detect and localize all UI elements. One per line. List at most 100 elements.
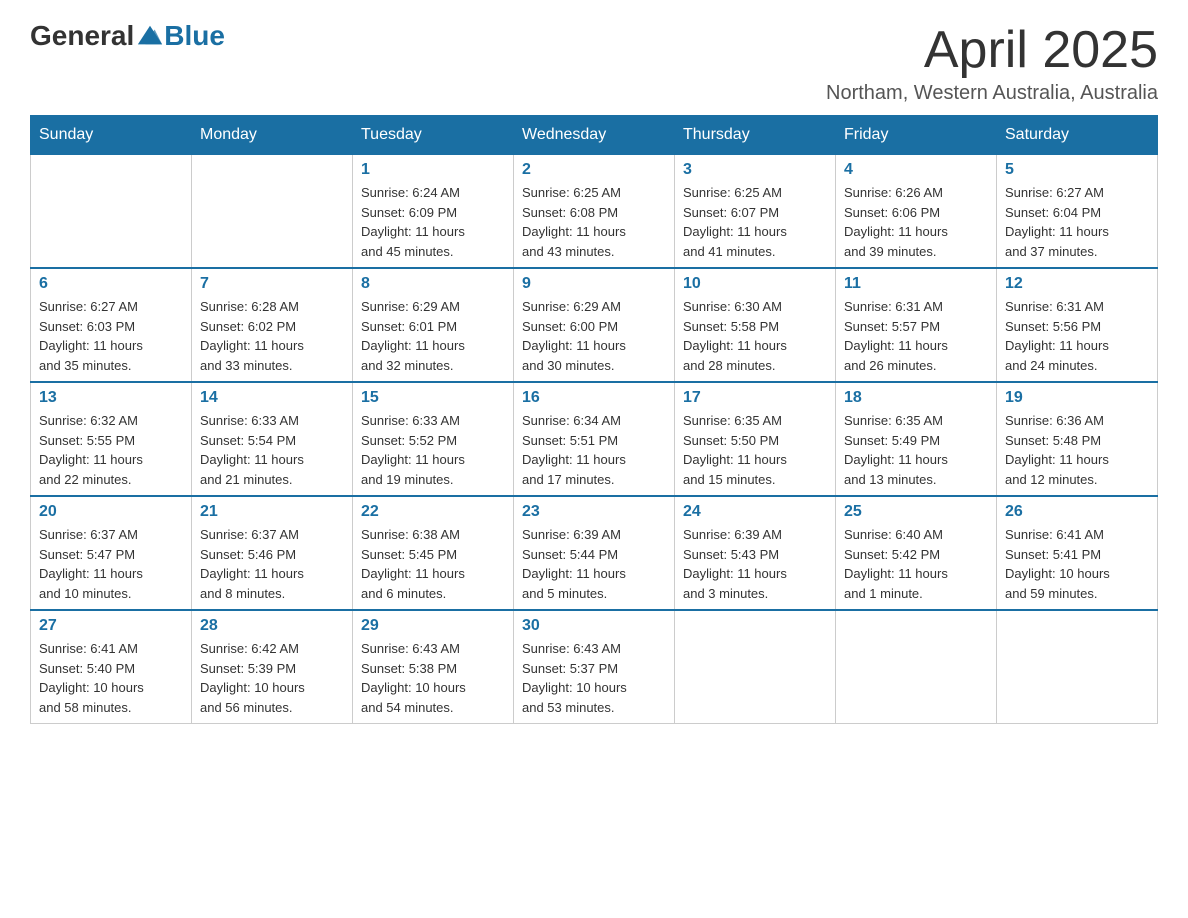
day-number: 20 <box>39 503 183 521</box>
calendar-day-cell: 17Sunrise: 6:35 AM Sunset: 5:50 PM Dayli… <box>675 382 836 496</box>
calendar-day-cell: 22 Sunrise: 6:38 AM Sunset: 5:45 PM Dayli… <box>353 496 514 610</box>
day-number: 6 <box>39 275 183 293</box>
day-number: 5 <box>1005 161 1149 179</box>
day-number: 24 <box>683 503 827 521</box>
calendar-day-cell <box>997 610 1158 724</box>
calendar-day-cell: 30 Sunrise: 6:43 AM Sunset: 5:37 PM Dayli… <box>514 610 675 724</box>
calendar-day-cell: 11 Sunrise: 6:31 AM Sunset: 5:57 PM Dayli… <box>836 268 997 382</box>
day-number: 8 <box>361 275 505 293</box>
calendar-day-cell: 6Sunrise: 6:27 AM Sunset: 6:03 PM Daylig… <box>31 268 192 382</box>
calendar-week-row: 6Sunrise: 6:27 AM Sunset: 6:03 PM Daylig… <box>31 268 1158 382</box>
day-info: Sunrise: 6:33 AM Sunset: 5:54 PM Dayligh… <box>200 411 344 489</box>
calendar-header-row: SundayMondayTuesdayWednesdayThursdayFrid… <box>31 116 1158 155</box>
day-info: Sunrise: 6:24 AM Sunset: 6:09 PM Dayligh… <box>361 183 505 261</box>
logo-icon <box>136 22 164 50</box>
calendar-day-cell <box>836 610 997 724</box>
weekday-header-wednesday: Wednesday <box>514 116 675 155</box>
calendar-day-cell: 10 Sunrise: 6:30 AM Sunset: 5:58 PM Dayli… <box>675 268 836 382</box>
day-number: 22 <box>361 503 505 521</box>
calendar-day-cell: 27 Sunrise: 6:41 AM Sunset: 5:40 PM Dayli… <box>31 610 192 724</box>
day-number: 12 <box>1005 275 1149 293</box>
calendar-day-cell: 12Sunrise: 6:31 AM Sunset: 5:56 PM Dayli… <box>997 268 1158 382</box>
day-number: 10 <box>683 275 827 293</box>
day-info: Sunrise: 6:37 AM Sunset: 5:46 PM Dayligh… <box>200 525 344 603</box>
day-number: 7 <box>200 275 344 293</box>
day-info: Sunrise: 6:39 AM Sunset: 5:43 PM Dayligh… <box>683 525 827 603</box>
weekday-header-saturday: Saturday <box>997 116 1158 155</box>
calendar-day-cell: 1 Sunrise: 6:24 AM Sunset: 6:09 PM Daylig… <box>353 155 514 269</box>
calendar-day-cell: 28Sunrise: 6:42 AM Sunset: 5:39 PM Dayli… <box>192 610 353 724</box>
calendar-day-cell: 26 Sunrise: 6:41 AM Sunset: 5:41 PM Dayli… <box>997 496 1158 610</box>
logo-blue-text: Blue <box>164 20 225 52</box>
day-number: 25 <box>844 503 988 521</box>
calendar-day-cell: 8 Sunrise: 6:29 AM Sunset: 6:01 PM Daylig… <box>353 268 514 382</box>
day-info: Sunrise: 6:41 AM Sunset: 5:40 PM Dayligh… <box>39 639 183 717</box>
location-subtitle: Northam, Western Australia, Australia <box>826 82 1158 105</box>
calendar-day-cell: 5Sunrise: 6:27 AM Sunset: 6:04 PM Daylig… <box>997 155 1158 269</box>
day-number: 15 <box>361 389 505 407</box>
calendar-week-row: 27 Sunrise: 6:41 AM Sunset: 5:40 PM Dayli… <box>31 610 1158 724</box>
calendar-day-cell: 3 Sunrise: 6:25 AM Sunset: 6:07 PM Daylig… <box>675 155 836 269</box>
calendar-week-row: 20 Sunrise: 6:37 AM Sunset: 5:47 PM Dayli… <box>31 496 1158 610</box>
day-number: 30 <box>522 617 666 635</box>
calendar-table: SundayMondayTuesdayWednesdayThursdayFrid… <box>30 115 1158 724</box>
calendar-day-cell: 24 Sunrise: 6:39 AM Sunset: 5:43 PM Dayli… <box>675 496 836 610</box>
day-info: Sunrise: 6:29 AM Sunset: 6:01 PM Dayligh… <box>361 297 505 375</box>
weekday-header-thursday: Thursday <box>675 116 836 155</box>
day-number: 1 <box>361 161 505 179</box>
day-info: Sunrise: 6:25 AM Sunset: 6:07 PM Dayligh… <box>683 183 827 261</box>
day-info: Sunrise: 6:38 AM Sunset: 5:45 PM Dayligh… <box>361 525 505 603</box>
day-info: Sunrise: 6:26 AM Sunset: 6:06 PM Dayligh… <box>844 183 988 261</box>
calendar-week-row: 1 Sunrise: 6:24 AM Sunset: 6:09 PM Daylig… <box>31 155 1158 269</box>
calendar-day-cell: 2 Sunrise: 6:25 AM Sunset: 6:08 PM Daylig… <box>514 155 675 269</box>
weekday-header-sunday: Sunday <box>31 116 192 155</box>
calendar-day-cell: 25 Sunrise: 6:40 AM Sunset: 5:42 PM Dayli… <box>836 496 997 610</box>
day-number: 27 <box>39 617 183 635</box>
month-year-title: April 2025 <box>826 20 1158 80</box>
day-number: 14 <box>200 389 344 407</box>
logo-general-text: General <box>30 20 134 52</box>
day-number: 18 <box>844 389 988 407</box>
day-info: Sunrise: 6:39 AM Sunset: 5:44 PM Dayligh… <box>522 525 666 603</box>
day-info: Sunrise: 6:25 AM Sunset: 6:08 PM Dayligh… <box>522 183 666 261</box>
day-info: Sunrise: 6:32 AM Sunset: 5:55 PM Dayligh… <box>39 411 183 489</box>
calendar-day-cell: 20 Sunrise: 6:37 AM Sunset: 5:47 PM Dayli… <box>31 496 192 610</box>
day-number: 16 <box>522 389 666 407</box>
day-info: Sunrise: 6:43 AM Sunset: 5:37 PM Dayligh… <box>522 639 666 717</box>
day-number: 28 <box>200 617 344 635</box>
weekday-header-friday: Friday <box>836 116 997 155</box>
day-number: 4 <box>844 161 988 179</box>
calendar-day-cell: 4 Sunrise: 6:26 AM Sunset: 6:06 PM Daylig… <box>836 155 997 269</box>
day-info: Sunrise: 6:41 AM Sunset: 5:41 PM Dayligh… <box>1005 525 1149 603</box>
calendar-day-cell: 9 Sunrise: 6:29 AM Sunset: 6:00 PM Daylig… <box>514 268 675 382</box>
day-number: 9 <box>522 275 666 293</box>
day-number: 11 <box>844 275 988 293</box>
day-info: Sunrise: 6:43 AM Sunset: 5:38 PM Dayligh… <box>361 639 505 717</box>
day-number: 26 <box>1005 503 1149 521</box>
weekday-header-tuesday: Tuesday <box>353 116 514 155</box>
day-number: 19 <box>1005 389 1149 407</box>
day-number: 23 <box>522 503 666 521</box>
calendar-day-cell: 13Sunrise: 6:32 AM Sunset: 5:55 PM Dayli… <box>31 382 192 496</box>
day-info: Sunrise: 6:29 AM Sunset: 6:00 PM Dayligh… <box>522 297 666 375</box>
day-info: Sunrise: 6:34 AM Sunset: 5:51 PM Dayligh… <box>522 411 666 489</box>
calendar-day-cell: 7 Sunrise: 6:28 AM Sunset: 6:02 PM Daylig… <box>192 268 353 382</box>
day-info: Sunrise: 6:33 AM Sunset: 5:52 PM Dayligh… <box>361 411 505 489</box>
day-info: Sunrise: 6:30 AM Sunset: 5:58 PM Dayligh… <box>683 297 827 375</box>
day-info: Sunrise: 6:31 AM Sunset: 5:57 PM Dayligh… <box>844 297 988 375</box>
calendar-day-cell: 19Sunrise: 6:36 AM Sunset: 5:48 PM Dayli… <box>997 382 1158 496</box>
calendar-day-cell: 14 Sunrise: 6:33 AM Sunset: 5:54 PM Dayli… <box>192 382 353 496</box>
day-number: 2 <box>522 161 666 179</box>
calendar-day-cell: 23 Sunrise: 6:39 AM Sunset: 5:44 PM Dayli… <box>514 496 675 610</box>
day-number: 29 <box>361 617 505 635</box>
day-number: 21 <box>200 503 344 521</box>
day-info: Sunrise: 6:40 AM Sunset: 5:42 PM Dayligh… <box>844 525 988 603</box>
calendar-day-cell <box>675 610 836 724</box>
logo: General Blue <box>30 20 225 52</box>
day-number: 17 <box>683 389 827 407</box>
weekday-header-monday: Monday <box>192 116 353 155</box>
day-info: Sunrise: 6:28 AM Sunset: 6:02 PM Dayligh… <box>200 297 344 375</box>
day-number: 3 <box>683 161 827 179</box>
day-info: Sunrise: 6:35 AM Sunset: 5:49 PM Dayligh… <box>844 411 988 489</box>
day-info: Sunrise: 6:37 AM Sunset: 5:47 PM Dayligh… <box>39 525 183 603</box>
